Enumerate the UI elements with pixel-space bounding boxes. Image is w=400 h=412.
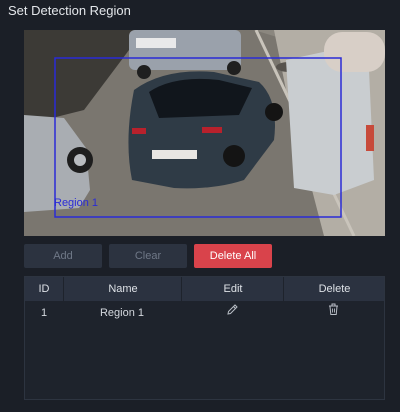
region-table: ID Name Edit Delete 1 Region 1 xyxy=(24,276,385,400)
column-header-edit: Edit xyxy=(181,277,284,301)
row-name: Region 1 xyxy=(99,307,145,319)
detection-region-panel: Set Detection Region Region 1 Add Clear … xyxy=(0,0,400,412)
camera-preview[interactable]: Region 1 xyxy=(24,30,385,236)
table-header: ID Name Edit Delete xyxy=(25,277,384,301)
delete-all-button[interactable]: Delete All xyxy=(194,244,272,268)
panel-title: Set Detection Region xyxy=(8,3,131,18)
column-header-id: ID xyxy=(38,283,50,295)
column-header-name: Name xyxy=(63,277,182,301)
trash-icon[interactable] xyxy=(327,301,340,325)
column-header-delete: Delete xyxy=(283,277,385,301)
region-label: Region 1 xyxy=(54,197,99,209)
clear-button[interactable]: Clear xyxy=(109,244,187,268)
pencil-icon[interactable] xyxy=(226,301,239,325)
table-row: 1 Region 1 xyxy=(25,301,384,325)
delete-cell xyxy=(283,301,384,325)
edit-cell xyxy=(181,301,283,325)
add-button[interactable]: Add xyxy=(24,244,102,268)
row-id: 1 xyxy=(40,307,48,319)
